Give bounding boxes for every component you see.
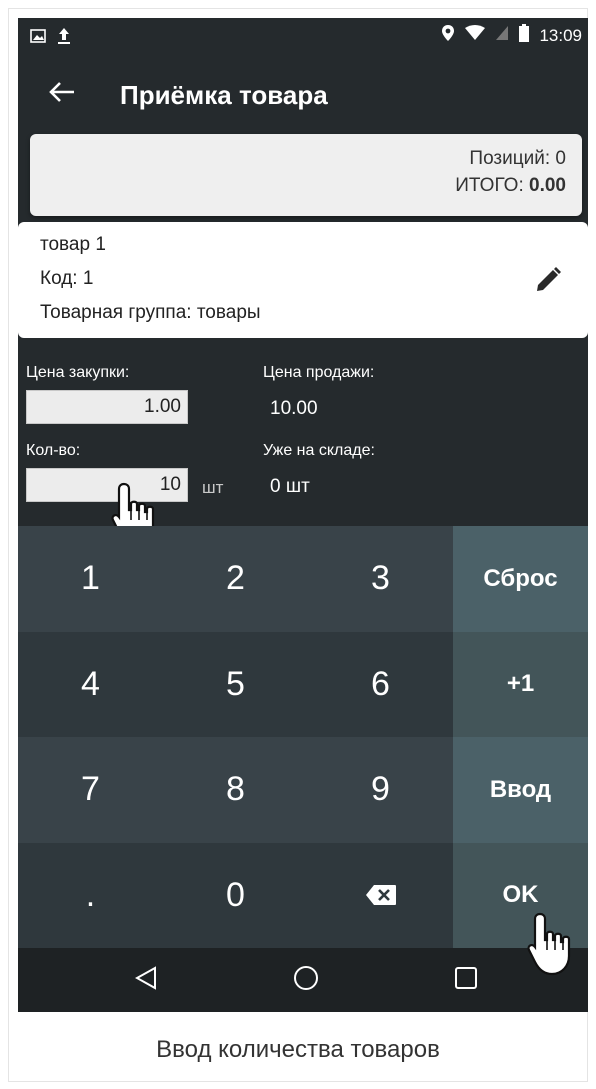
android-nav-bar — [18, 948, 588, 1012]
plus-one-button[interactable]: +1 — [453, 631, 588, 737]
back-button[interactable] — [42, 74, 82, 114]
nav-recents-button[interactable] — [446, 960, 486, 1000]
key-4[interactable]: 4 — [18, 631, 163, 737]
nav-home-button[interactable] — [286, 960, 326, 1000]
key-2[interactable]: 2 — [163, 526, 308, 632]
nav-recents-icon — [454, 966, 478, 995]
status-bar: 13:09 — [18, 18, 588, 54]
nav-back-icon — [134, 965, 157, 995]
reset-button[interactable]: Сброс — [453, 526, 588, 632]
backspace-icon — [365, 876, 397, 915]
key-7[interactable]: 7 — [18, 737, 163, 843]
phone-screen: 13:09 Приёмка товара Позиций: 0 ИТОГО: 0… — [18, 18, 588, 1012]
key-3[interactable]: 3 — [308, 526, 453, 632]
in-stock-value: 0 шт — [270, 476, 310, 497]
pointer-hand-icon — [527, 912, 571, 976]
key-5[interactable]: 5 — [163, 631, 308, 737]
back-arrow-icon — [49, 81, 75, 108]
battery-icon — [519, 24, 530, 47]
total-value: 0.00 — [529, 175, 566, 196]
purchase-price-field[interactable]: 1.00 — [26, 390, 188, 424]
total-sum: ИТОГО: 0.00 — [455, 175, 566, 197]
quantity-unit: шт — [202, 478, 224, 497]
enter-button[interactable]: Ввод — [453, 737, 588, 843]
numeric-keypad: 1 2 3 Сброс 4 5 6 +1 7 8 9 Ввод . 0 OK — [18, 526, 588, 948]
key-dot[interactable]: . — [18, 842, 163, 948]
nav-back-button[interactable] — [126, 960, 166, 1000]
purchase-price-label: Цена закупки: — [26, 364, 130, 381]
key-0[interactable]: 0 — [163, 842, 308, 948]
image-icon — [30, 28, 46, 49]
product-name: товар 1 — [40, 234, 106, 255]
positions-count: Позиций: 0 — [469, 148, 566, 169]
signal-icon — [495, 25, 509, 46]
product-code: Код: 1 — [40, 268, 94, 289]
product-card[interactable]: товар 1 Код: 1 Товарная группа: товары — [18, 222, 588, 338]
status-time: 13:09 — [539, 25, 582, 45]
sale-price-value: 10.00 — [270, 398, 318, 419]
in-stock-label: Уже на складе: — [263, 442, 375, 459]
pencil-icon — [534, 266, 562, 299]
total-label: ИТОГО: — [455, 175, 524, 196]
quantity-label: Кол-во: — [26, 442, 81, 459]
sale-price-label: Цена продажи: — [263, 364, 375, 381]
page-title: Приёмка товара — [120, 80, 328, 110]
key-9[interactable]: 9 — [308, 737, 453, 843]
totals-card: Позиций: 0 ИТОГО: 0.00 — [30, 134, 582, 216]
key-8[interactable]: 8 — [163, 737, 308, 843]
edit-product-button[interactable] — [528, 262, 568, 302]
key-1[interactable]: 1 — [18, 526, 163, 632]
backspace-button[interactable] — [308, 842, 453, 948]
figure-caption: Ввод количества товаров — [156, 1036, 440, 1063]
key-6[interactable]: 6 — [308, 631, 453, 737]
nav-home-icon — [293, 965, 319, 996]
wifi-icon — [465, 25, 486, 46]
product-group: Товарная группа: товары — [40, 302, 261, 323]
location-icon — [441, 24, 455, 47]
upload-icon — [56, 26, 72, 51]
app-bar: Приёмка товара — [18, 54, 588, 138]
